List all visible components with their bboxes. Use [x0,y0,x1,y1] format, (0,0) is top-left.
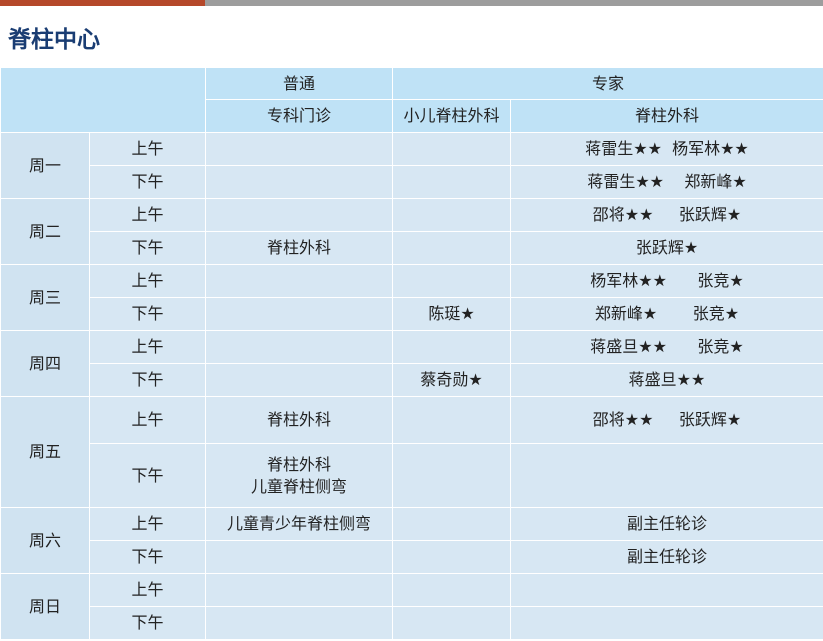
period-label: 下午 [89,363,206,397]
table-row: 下午 蔡奇勋★ 蒋盛旦★★ [1,363,823,397]
cell-pediatric [392,540,511,574]
cell-general [205,198,393,232]
period-label: 上午 [89,507,206,541]
cell-general [205,363,393,397]
cell-spine [509,606,823,640]
cell-spine: 副主任轮诊 [509,540,823,574]
cell-pediatric [392,264,511,298]
table-row: 下午 脊柱外科 儿童脊柱侧弯 [1,443,823,508]
cell-general [205,297,393,331]
day-label: 周五 [0,396,90,508]
cell-spine [509,443,823,508]
cell-spine: 张跃辉★ [509,231,823,265]
cell-general [205,606,393,640]
day-label: 周六 [0,507,90,574]
period-label: 上午 [89,264,206,298]
period-label: 下午 [89,165,206,199]
cell-pediatric [392,443,511,508]
cell-spine: 蒋盛旦★★ [509,363,823,397]
day-label: 周三 [0,264,90,331]
header-col-pediatric: 小儿脊柱外科 [392,99,511,133]
cell-spine: 邵将★★ 张跃辉★ [509,198,823,232]
cell-pediatric [392,231,511,265]
cell-spine: 郑新峰★ 张竞★ [509,297,823,331]
cell-general-line-1: 脊柱外科 [266,454,331,474]
cell-spine: 蒋雷生★★ 杨军林★★ [509,132,823,166]
table-row: 周三 上午 杨军林★★ 张竞★ [0,264,823,331]
table-row: 周日 上午 [0,573,823,640]
cell-general: 脊柱外科 [205,396,393,444]
cell-general-line-2: 儿童脊柱侧弯 [250,476,347,496]
cell-general [205,540,393,574]
day-label: 周四 [0,330,90,397]
period-label: 下午 [89,540,206,574]
cell-spine [509,573,823,607]
period-label: 下午 [89,606,206,640]
day-label: 周日 [0,573,90,640]
period-label: 上午 [89,330,206,364]
cell-pediatric [392,507,511,541]
cell-pediatric [392,132,511,166]
cell-pediatric [392,198,511,232]
cell-general [205,264,393,298]
table-row: 下午 副主任轮诊 [1,540,823,574]
cell-pediatric: 陈珽★ [392,297,511,331]
cell-general: 脊柱外科 儿童脊柱侧弯 [205,443,393,508]
header-corner [0,67,206,133]
table-row: 周五 上午 脊柱外科 邵将★★ 张跃辉★ [0,396,823,508]
header-col-spine: 脊柱外科 [509,99,823,133]
table-row: 下午 [1,606,823,640]
accent-bar-left [0,0,205,6]
cell-general [205,165,393,199]
cell-general: 儿童青少年脊柱侧弯 [205,507,393,541]
period-label: 下午 [89,297,206,331]
header-group-expert: 专家 [391,67,823,100]
period-label: 上午 [89,132,206,166]
cell-general [205,330,393,364]
cell-pediatric [392,330,511,364]
period-label: 下午 [89,443,206,508]
cell-pediatric: 蔡奇勋★ [392,363,511,397]
table-row: 周六 上午 儿童青少年脊柱侧弯 副主任轮诊 [0,507,823,574]
period-label: 下午 [89,231,206,265]
table-row: 周二 上午 邵将★★ 张跃辉★ [0,198,823,265]
day-label: 周二 [0,198,90,265]
period-label: 上午 [89,198,206,232]
cell-spine: 蒋盛旦★★ 张竞★ [509,330,823,364]
cell-pediatric [392,573,511,607]
period-label: 上午 [89,573,206,607]
cell-pediatric [392,396,511,444]
cell-spine: 副主任轮诊 [509,507,823,541]
table-row: 下午 脊柱外科 张跃辉★ [1,231,823,265]
cell-pediatric [392,165,511,199]
cell-general [205,132,393,166]
table-row: 下午 蒋雷生★★ 郑新峰★ [1,165,823,199]
header-group-general: 普通 [205,67,393,100]
accent-bar-right [205,0,823,6]
table-row: 周四 上午 蒋盛旦★★ 张竞★ [0,330,823,397]
cell-general: 脊柱外科 [205,231,393,265]
period-label: 上午 [89,396,206,444]
schedule-table: 普通 专家 专科门诊 小儿脊柱外科 脊柱外科 周一 上午 蒋雷生★★ 杨军林★★… [0,67,823,640]
cell-spine: 邵将★★ 张跃辉★ [509,396,823,444]
table-row: 周一 上午 蒋雷生★★ 杨军林★★ [0,132,823,199]
cell-general [205,573,393,607]
day-label: 周一 [0,132,90,199]
cell-pediatric [392,606,511,640]
cell-spine: 蒋雷生★★ 郑新峰★ [509,165,823,199]
top-accent-bar [0,0,823,6]
cell-spine: 杨军林★★ 张竞★ [509,264,823,298]
table-row: 下午 陈珽★ 郑新峰★ 张竞★ [1,297,823,331]
header-col-general: 专科门诊 [205,99,393,133]
page-title: 脊柱中心 [8,27,100,53]
